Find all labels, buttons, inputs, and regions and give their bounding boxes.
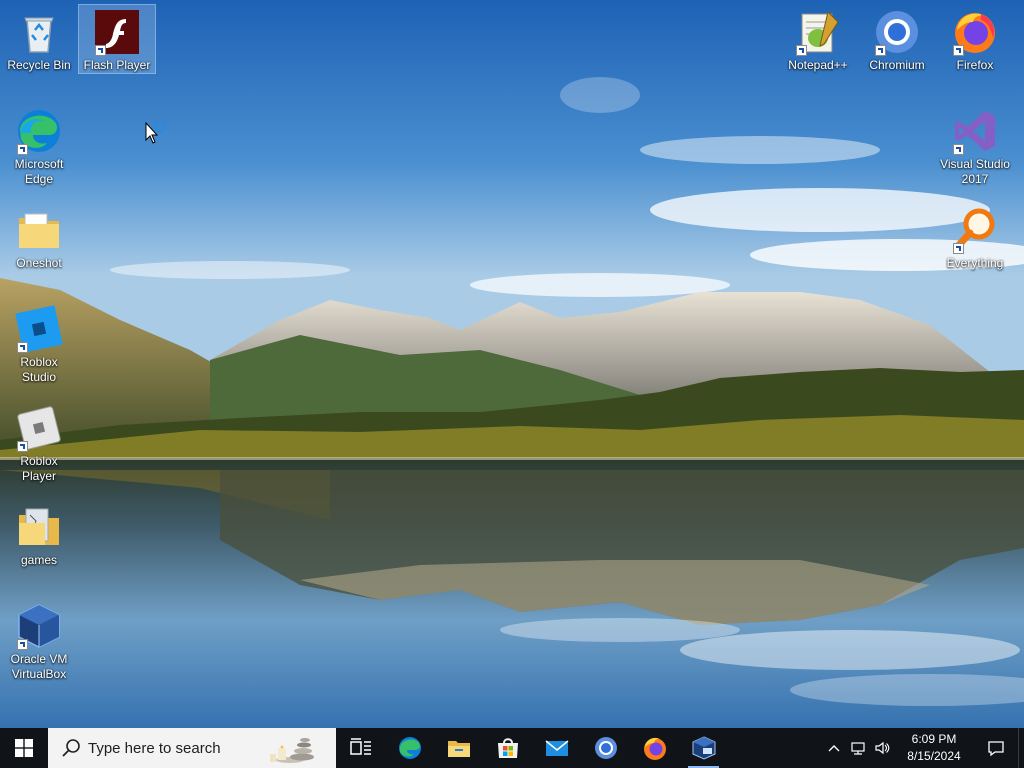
chromium-icon — [594, 737, 617, 759]
busy-cursor-icon — [145, 122, 166, 144]
network-tray-button[interactable] — [846, 728, 870, 768]
mail-icon — [545, 740, 568, 756]
icon-label: Firefox — [956, 58, 994, 72]
volume-tray-button[interactable] — [870, 728, 894, 768]
start-button[interactable] — [0, 728, 48, 768]
taskbar-file-explorer-button[interactable] — [434, 728, 483, 768]
icon-label: games — [20, 553, 58, 567]
windows-logo-icon — [15, 739, 33, 757]
taskbar-edge-button[interactable] — [385, 728, 434, 768]
firefox-desktop-icon[interactable]: Firefox — [937, 5, 1013, 73]
oneshot-desktop-icon[interactable]: Oneshot — [1, 203, 77, 271]
virtualbox-icon — [692, 736, 715, 760]
virtualbox-desktop-icon[interactable]: Oracle VM VirtualBox — [1, 599, 77, 682]
icon-label: Chromium — [869, 58, 925, 72]
taskbar-chromium-button[interactable] — [581, 728, 630, 768]
roblox-player-desktop-icon[interactable]: Roblox Player — [1, 401, 77, 484]
shortcut-arrow-icon — [17, 342, 28, 353]
shortcut-arrow-icon — [953, 144, 964, 155]
taskbar-search-box[interactable]: Type here to search — [48, 728, 336, 768]
microsoft-edge-desktop-icon[interactable]: Microsoft Edge — [1, 104, 77, 187]
everything-desktop-icon[interactable]: Everything — [937, 203, 1013, 271]
file-explorer-icon — [447, 741, 470, 757]
taskbar-clock[interactable]: 6:09 PM 8/15/2024 — [894, 731, 974, 765]
clock-time: 6:09 PM — [911, 732, 957, 746]
taskbar-mail-button[interactable] — [532, 728, 581, 768]
search-placeholder: Type here to search — [88, 739, 221, 757]
games-desktop-icon[interactable]: games — [1, 500, 77, 568]
taskbar-virtualbox-button[interactable] — [679, 728, 728, 768]
system-tray: 6:09 PM 8/15/2024 — [822, 728, 1024, 768]
icon-label: Microsoft Edge — [14, 157, 64, 186]
shortcut-arrow-icon — [17, 144, 28, 155]
shortcut-arrow-icon — [953, 45, 964, 56]
icon-label: Everything — [946, 256, 1004, 270]
flash-player-desktop-icon[interactable]: Flash Player — [78, 4, 156, 74]
taskbar: Type here to search 6:09 PM 8/15/2024 — [0, 728, 1024, 768]
shortcut-arrow-icon — [17, 441, 28, 452]
icon-label: Flash Player — [83, 58, 151, 72]
folder-icon — [19, 508, 59, 545]
clock-date: 8/15/2024 — [907, 749, 961, 763]
taskbar-firefox-button[interactable] — [630, 728, 679, 768]
search-icon — [62, 739, 80, 757]
edge-icon — [398, 737, 421, 759]
chevron-up-icon — [828, 745, 840, 752]
taskbar-microsoft-store-button[interactable] — [483, 728, 532, 768]
recycle-bin-icon — [24, 17, 54, 53]
shortcut-arrow-icon — [17, 639, 28, 650]
wallpaper — [0, 0, 1024, 728]
notification-icon — [988, 741, 1004, 757]
chromium-desktop-icon[interactable]: Chromium — [859, 5, 935, 73]
shortcut-arrow-icon — [953, 243, 964, 254]
show-desktop-button[interactable] — [1018, 728, 1024, 768]
visual-studio-2017-desktop-icon[interactable]: Visual Studio 2017 — [937, 104, 1013, 187]
network-icon — [851, 742, 865, 755]
icon-label: Oneshot — [16, 256, 62, 270]
icon-label: Roblox Studio — [20, 355, 58, 384]
notepad-plus-plus-desktop-icon[interactable]: Notepad++ — [780, 5, 856, 73]
shortcut-arrow-icon — [796, 45, 807, 56]
action-center-button[interactable] — [974, 728, 1018, 768]
shortcut-arrow-icon — [95, 45, 106, 56]
roblox-studio-desktop-icon[interactable]: Roblox Studio — [1, 302, 77, 385]
icon-label: Notepad++ — [788, 58, 848, 72]
microsoft-store-icon — [497, 738, 518, 758]
task-view-button[interactable] — [336, 728, 385, 768]
speaker-icon — [875, 741, 890, 755]
desktop[interactable]: Recycle Bin Flash Player Microsoft Edge — [0, 0, 1024, 728]
firefox-icon — [643, 737, 666, 760]
icon-label: Recycle Bin — [7, 58, 71, 72]
show-hidden-icons-button[interactable] — [822, 728, 846, 768]
task-view-icon — [349, 738, 371, 755]
search-highlight-illustration-icon — [270, 738, 314, 763]
shortcut-arrow-icon — [875, 45, 886, 56]
recycle-bin-desktop-icon[interactable]: Recycle Bin — [1, 5, 77, 73]
icon-label: Visual Studio 2017 — [940, 157, 1010, 186]
folder-icon — [19, 213, 59, 248]
icon-label: Roblox Player — [20, 454, 58, 483]
icon-label: Oracle VM VirtualBox — [10, 652, 68, 681]
